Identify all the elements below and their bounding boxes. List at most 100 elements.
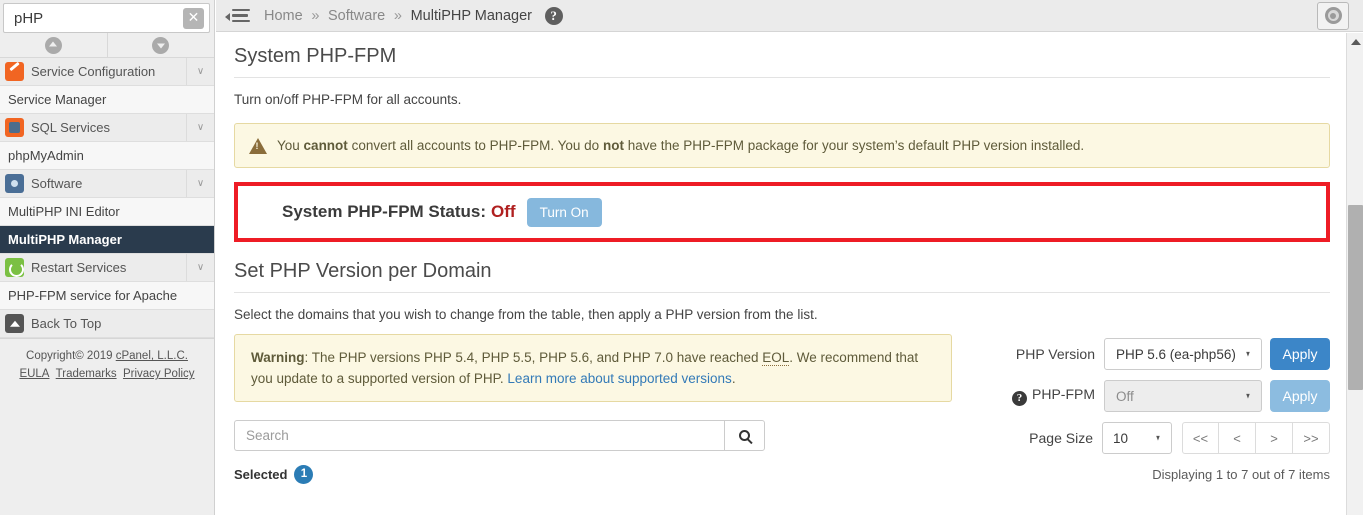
- sidebar-item-restart-services[interactable]: Restart Services ∨: [0, 254, 214, 282]
- pager-next-button[interactable]: >: [1256, 422, 1293, 454]
- cpanel-link[interactable]: cPanel, L.L.C.: [116, 350, 188, 362]
- sidebar-item-label: SQL Services: [31, 120, 110, 135]
- sidebar-item-software[interactable]: Software ∨: [0, 170, 214, 198]
- section2-title: Set PHP Version per Domain: [234, 260, 1330, 293]
- scrollbar-thumb[interactable]: [1348, 205, 1363, 390]
- lifesaver-icon: [1324, 7, 1342, 24]
- php-fpm-select[interactable]: Off: [1104, 380, 1262, 412]
- app-root: ✕ Service Configuration ∨ Service Manage…: [0, 0, 1363, 515]
- sidebar-item-label: MultiPHP INI Editor: [8, 204, 120, 219]
- pager-last-button[interactable]: >>: [1293, 422, 1330, 454]
- sidebar-item-label: Service Configuration: [31, 64, 156, 79]
- collapse-all-button[interactable]: [0, 33, 107, 57]
- alert-prefix: You: [277, 138, 304, 153]
- sidebar-item-label: Software: [31, 176, 83, 191]
- sidebar-item-phpmyadmin[interactable]: phpMyAdmin: [0, 142, 214, 170]
- search-button[interactable]: [724, 420, 765, 451]
- eol-abbreviation: EOL: [762, 350, 790, 366]
- sidebar-toggle-icon[interactable]: [225, 8, 250, 23]
- turn-on-button[interactable]: Turn On: [526, 197, 602, 227]
- php-version-label: PHP Version: [1015, 346, 1095, 362]
- chevron-down-icon[interactable]: ∨: [186, 170, 214, 197]
- pager: << < > >>: [1182, 422, 1330, 454]
- software-icon: [5, 174, 24, 193]
- selected-label: Selected: [234, 467, 288, 482]
- pagination-row: Page Size 10 << < > >>: [969, 422, 1330, 454]
- sidebar-item-sql-services[interactable]: SQL Services ∨: [0, 114, 214, 142]
- vertical-scrollbar[interactable]: [1346, 33, 1363, 515]
- scroll-up-arrow-icon[interactable]: [1347, 33, 1363, 50]
- php-fpm-help-icon[interactable]: ?: [1012, 391, 1027, 406]
- section2-description: Select the domains that you wish to chan…: [234, 307, 818, 322]
- sidebar-item-label: PHP-FPM service for Apache: [8, 288, 178, 303]
- page-size-select[interactable]: 10: [1102, 422, 1172, 454]
- chevron-down-icon[interactable]: ∨: [186, 58, 214, 85]
- section2-controls-column: PHP Version PHP 5.6 (ea-php56) Apply ? PH…: [969, 334, 1330, 484]
- eula-link[interactable]: EULA: [19, 368, 49, 380]
- sidebar-collapse-controls: [0, 33, 214, 58]
- apply-php-version-button[interactable]: Apply: [1270, 338, 1330, 370]
- restart-icon: [5, 258, 24, 277]
- section1-description: Turn on/off PHP-FPM for all accounts.: [234, 92, 462, 107]
- apply-php-fpm-button[interactable]: Apply: [1270, 380, 1330, 412]
- breadcrumb-separator: »: [393, 7, 402, 24]
- sidebar: ✕ Service Configuration ∨ Service Manage…: [0, 0, 215, 515]
- php-fpm-selected-value: Off: [1116, 388, 1134, 404]
- legal-links: EULA Trademarks Privacy Policy: [0, 365, 214, 383]
- copyright-line: Copyright© 2019 cPanel, L.L.C.: [0, 347, 214, 365]
- breadcrumb-item-multiphp-manager: MultiPHP Manager: [410, 7, 533, 24]
- breadcrumb-separator: »: [311, 7, 320, 24]
- warning-text-1: : The PHP versions PHP 5.4, PHP 5.5, PHP…: [304, 350, 763, 365]
- wrench-icon: [5, 62, 24, 81]
- warning-bold: Warning: [251, 350, 305, 365]
- copyright-text: Copyright© 2019: [26, 350, 116, 362]
- sidebar-search-input[interactable]: [12, 4, 172, 32]
- sidebar-item-php-fpm-service-for-apache[interactable]: PHP-FPM service for Apache: [0, 282, 214, 310]
- warning-text-3: .: [731, 371, 736, 386]
- privacy-policy-link[interactable]: Privacy Policy: [123, 368, 195, 380]
- domain-search-row: [234, 420, 969, 451]
- displaying-text: Displaying 1 to 7 out of 7 items: [1152, 467, 1330, 482]
- sidebar-item-multiphp-ini-editor[interactable]: MultiPHP INI Editor: [0, 198, 214, 226]
- sidebar-item-service-configuration[interactable]: Service Configuration ∨: [0, 58, 214, 86]
- support-button[interactable]: [1317, 1, 1349, 30]
- clear-search-icon[interactable]: ✕: [183, 8, 204, 29]
- alert-bold-cannot: cannot: [303, 138, 348, 153]
- help-icon[interactable]: ?: [544, 6, 563, 25]
- sidebar-item-label: phpMyAdmin: [8, 148, 84, 163]
- main-content: System PHP-FPM Turn on/off PHP-FPM for a…: [216, 33, 1346, 515]
- breadcrumb-item-software[interactable]: Software: [328, 8, 385, 24]
- sidebar-item-multiphp-manager[interactable]: MultiPHP Manager: [0, 226, 214, 254]
- alert-mid: convert all accounts to PHP-FPM. You do: [347, 138, 603, 153]
- php-version-row: PHP Version PHP 5.6 (ea-php56) Apply: [969, 338, 1330, 370]
- database-icon: [5, 118, 24, 137]
- search-icon: [739, 430, 750, 441]
- breadcrumb-item-home[interactable]: Home: [264, 8, 303, 24]
- alert-suffix: have the PHP-FPM package for your system…: [623, 138, 1085, 153]
- chevron-down-icon[interactable]: ∨: [186, 254, 214, 281]
- sidebar-item-label: Restart Services: [31, 260, 127, 275]
- expand-all-button[interactable]: [106, 33, 214, 57]
- learn-more-link[interactable]: Learn more about supported versions: [507, 371, 731, 386]
- php-fpm-label: ? PHP-FPM: [1012, 386, 1095, 406]
- chevron-up-icon: [44, 36, 62, 54]
- pager-prev-button[interactable]: <: [1219, 422, 1256, 454]
- back-to-top-icon: [5, 314, 24, 333]
- warning-triangle-icon: [249, 137, 267, 154]
- php-version-select[interactable]: PHP 5.6 (ea-php56): [1104, 338, 1262, 370]
- top-bar: Home » Software » MultiPHP Manager ?: [216, 0, 1363, 32]
- sidebar-item-service-manager[interactable]: Service Manager: [0, 86, 214, 114]
- sidebar-footer: Copyright© 2019 cPanel, L.L.C. EULA Trad…: [0, 338, 214, 383]
- top-bar-right: [1317, 1, 1349, 30]
- status-label: System PHP-FPM Status:: [282, 202, 487, 221]
- chevron-down-icon[interactable]: ∨: [186, 114, 214, 141]
- section2-left-column: Warning: The PHP versions PHP 5.4, PHP 5…: [234, 334, 969, 484]
- sidebar-item-back-to-top[interactable]: Back To Top: [0, 310, 214, 338]
- pager-first-button[interactable]: <<: [1182, 422, 1219, 454]
- sidebar-search-box[interactable]: ✕: [3, 3, 210, 33]
- trademarks-link[interactable]: Trademarks: [56, 368, 117, 380]
- page-title: System PHP-FPM: [234, 45, 1330, 78]
- search-input[interactable]: [234, 420, 724, 451]
- alert-text: You cannot convert all accounts to PHP-F…: [277, 138, 1084, 153]
- breadcrumb: Home » Software » MultiPHP Manager ?: [264, 6, 563, 25]
